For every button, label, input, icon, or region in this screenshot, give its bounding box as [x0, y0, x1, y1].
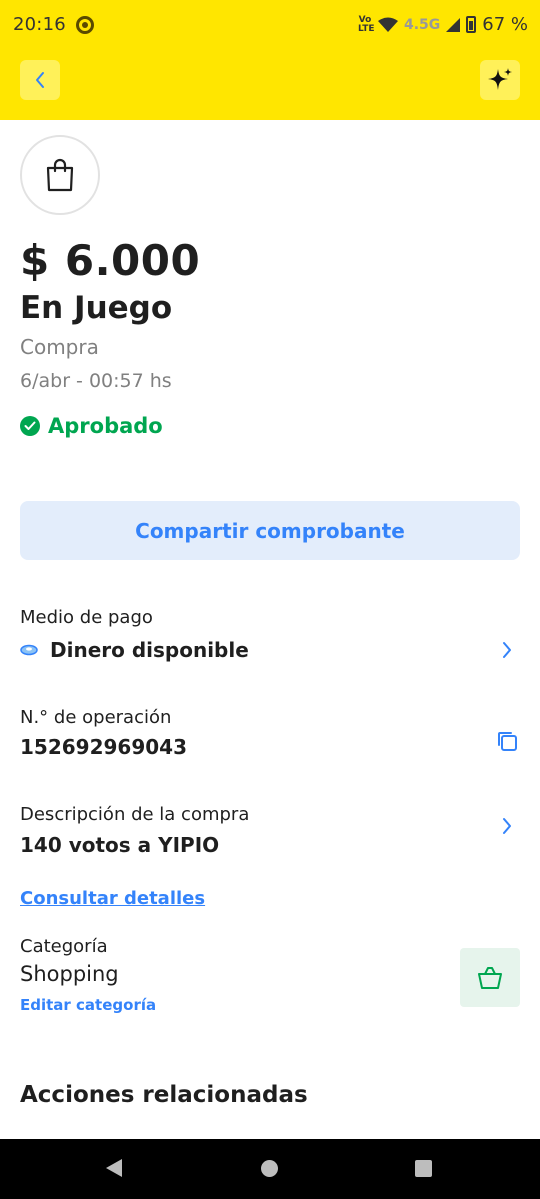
wifi-icon — [377, 17, 398, 32]
operation-number-value: 152692969043 — [20, 735, 187, 759]
nav-recents-icon[interactable] — [415, 1160, 432, 1177]
chevron-left-icon — [36, 72, 44, 88]
volte-icon: Vo LTE — [357, 14, 375, 34]
battery-percent: 67 % — [482, 14, 528, 35]
assistant-button[interactable] — [480, 60, 520, 100]
status-indicators: Vo LTE 4.5G 67 % — [358, 14, 528, 35]
nav-back-icon[interactable] — [106, 1159, 122, 1177]
category-value: Shopping — [20, 962, 119, 986]
description-label: Descripción de la compra — [20, 804, 250, 825]
battery-icon — [466, 16, 477, 33]
payment-method-row[interactable]: Dinero disponible — [20, 638, 249, 662]
copy-icon[interactable] — [496, 730, 518, 752]
check-circle-icon — [20, 416, 40, 436]
status-time: 20:16 — [13, 14, 66, 35]
chevron-right-icon[interactable] — [500, 816, 514, 836]
status-badge: Aprobado — [20, 414, 163, 438]
chevron-right-icon[interactable] — [500, 640, 514, 660]
merchant-name: En Juego — [20, 290, 173, 326]
transaction-icon — [20, 135, 100, 215]
transaction-amount: $ 6.000 — [20, 236, 201, 285]
share-receipt-button[interactable]: Compartir comprobante — [20, 501, 520, 560]
signal-icon — [446, 17, 461, 32]
notification-app-icon — [76, 16, 94, 34]
back-button[interactable] — [20, 60, 60, 100]
payment-method-value: Dinero disponible — [50, 638, 249, 662]
status-label: Aprobado — [48, 414, 163, 438]
category-label: Categoría — [20, 936, 108, 957]
details-link[interactable]: Consultar detalles — [20, 888, 205, 909]
description-value: 140 votos a YIPIO — [20, 833, 220, 857]
nav-home-icon[interactable] — [261, 1160, 278, 1177]
category-icon-tile[interactable] — [460, 948, 520, 1007]
network-type: 4.5G — [403, 16, 441, 33]
operation-number-label: N.° de operación — [20, 707, 172, 728]
status-bar: 20:16 Vo LTE 4.5G 67 % — [0, 0, 540, 52]
operation-type: Compra — [20, 335, 99, 359]
sparkle-icon — [488, 68, 512, 90]
operation-date: 6/abr - 00:57 hs — [20, 370, 172, 392]
shopping-bag-icon — [46, 158, 74, 192]
money-icon — [20, 644, 38, 656]
related-actions-title: Acciones relacionadas — [20, 1082, 308, 1108]
edit-category-link[interactable]: Editar categoría — [20, 996, 156, 1014]
app-header: 20:16 Vo LTE 4.5G 67 % — [0, 0, 540, 120]
payment-method-label: Medio de pago — [20, 607, 153, 628]
shopping-bag-icon — [478, 966, 502, 989]
